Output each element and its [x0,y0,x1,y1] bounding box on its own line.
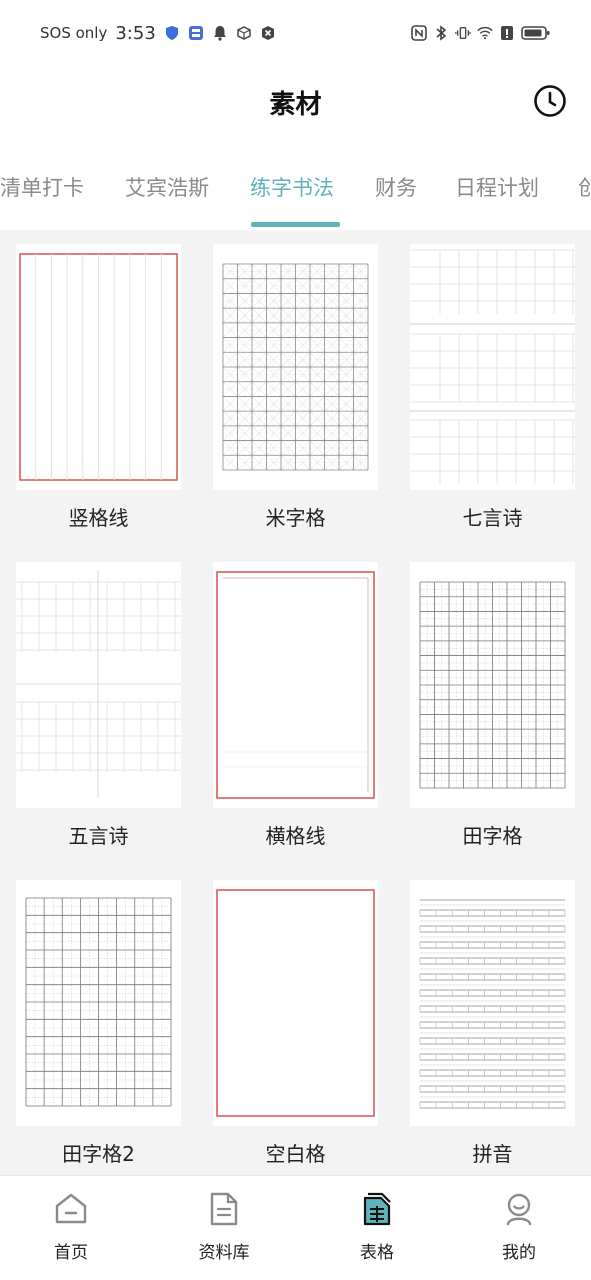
nav-label: 表格 [360,1243,394,1263]
carrier-text: SOS only [40,24,108,42]
active-tab-indicator [251,222,340,227]
nav-home[interactable]: 首页 [11,1176,131,1280]
template-label: 田字格 [462,824,523,848]
template-label: 横格线 [265,824,326,848]
template-card-tian-grid[interactable] [410,562,575,808]
shield-icon [164,25,180,41]
nfc-icon [411,25,427,41]
wifi-icon [477,25,493,41]
horizontal-lines-thumbnail [216,571,375,799]
alert-icon [499,25,515,41]
battery-icon [521,25,551,41]
template-card-mi-grid[interactable] [213,244,378,490]
cube-icon [236,25,252,41]
template-label: 空白格 [265,1142,326,1166]
template-card-seven-char-poem[interactable] [410,244,575,490]
app-header: 素材 [0,66,591,138]
tab-finance[interactable]: 财务 [375,172,417,202]
template-label: 米字格 [265,506,326,530]
template-card-tian-grid-2[interactable] [16,880,181,1126]
mi-grid-thumbnail [222,263,369,471]
tab-schedule[interactable]: 日程计划 [455,172,539,202]
tian-grid-2-thumbnail [25,897,172,1107]
template-label: 竖格线 [68,506,129,530]
page-title: 素材 [269,89,322,120]
template-card-pinyin[interactable] [410,880,575,1126]
history-button[interactable] [533,84,567,118]
nav-label: 资料库 [198,1243,250,1263]
template-card-horizontal-lines[interactable] [213,562,378,808]
nav-tables[interactable]: 表格 [317,1176,437,1280]
five-char-poem-thumbnail [16,570,181,798]
vibrate-icon [455,25,471,41]
category-tabs: 清单打卡 艾宾浩斯 练字书法 财务 日程计划 创 [0,150,591,230]
bell-icon [212,25,228,41]
status-right [411,25,551,41]
home-icon [54,1192,88,1226]
nav-label: 我的 [502,1243,536,1263]
template-label: 田字格2 [62,1142,135,1166]
status-time: 3:53 [115,22,156,44]
nav-label: 首页 [54,1243,88,1263]
template-card-blank[interactable] [213,880,378,1126]
tab-ebbinghaus[interactable]: 艾宾浩斯 [125,172,209,202]
template-label: 七言诗 [462,506,523,530]
tab-more[interactable]: 创 [578,172,591,202]
seven-char-poem-thumbnail [410,249,575,484]
pinyin-thumbnail [419,899,566,1109]
document-icon [207,1192,241,1226]
template-card-vertical-lines[interactable] [16,244,181,490]
tab-checklist[interactable]: 清单打卡 [0,172,84,202]
bluetooth-icon [433,25,449,41]
clock-icon [534,85,566,117]
table-icon [360,1192,394,1226]
nav-profile[interactable]: 我的 [459,1176,579,1280]
nav-library[interactable]: 资料库 [164,1176,284,1280]
security-icon [260,25,276,41]
blank-thumbnail [216,889,375,1117]
status-left: SOS only 3:53 [40,23,276,44]
template-label: 五言诗 [68,824,129,848]
app-notification-icon [188,25,204,41]
template-card-five-char-poem[interactable] [16,562,181,808]
tian-grid-thumbnail [419,581,566,789]
template-grid: 竖格线 米字格 七言诗 五言诗 横格线 田字格 田字格2 空白格 拼音 [0,230,591,1175]
vertical-lines-thumbnail [19,253,178,481]
profile-icon [502,1192,536,1226]
tab-calligraphy[interactable]: 练字书法 [250,172,334,202]
template-label: 拼音 [472,1142,513,1166]
bottom-navigation: 首页 资料库 表格 我的 [0,1175,591,1280]
status-bar: SOS only 3:53 [0,0,591,66]
